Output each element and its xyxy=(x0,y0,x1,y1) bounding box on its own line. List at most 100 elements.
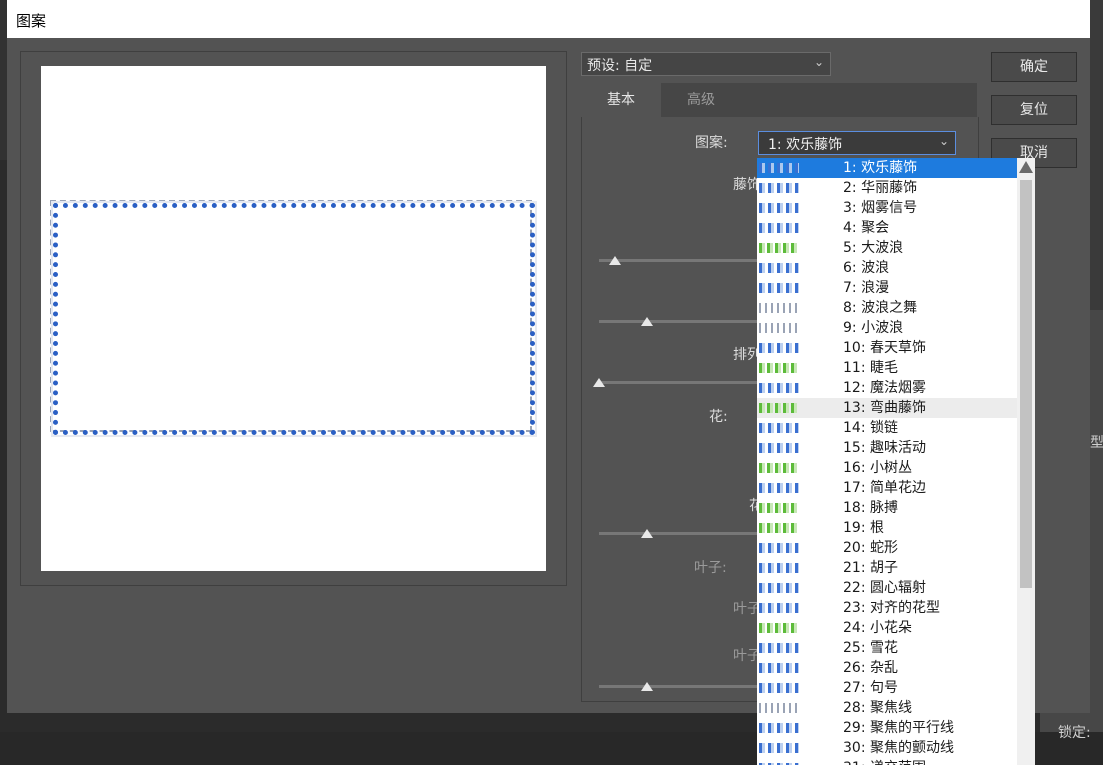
pattern-list-item-label: 31: 递交范围 xyxy=(843,758,926,765)
pattern-thumbnail xyxy=(759,443,799,453)
pattern-thumbnail xyxy=(759,323,799,333)
pattern-list-item-label: 2: 华丽藤饰 xyxy=(843,180,918,196)
vine-border xyxy=(53,203,535,435)
tab-basic[interactable]: 基本 xyxy=(581,83,661,117)
pattern-list-item[interactable]: 16: 小树丛 xyxy=(757,458,1017,478)
pattern-thumbnail xyxy=(759,743,799,753)
pattern-thumbnail xyxy=(759,363,799,373)
slider-track xyxy=(599,320,759,323)
pattern-list-item-label: 12: 魔法烟雾 xyxy=(843,380,926,396)
pattern-list-item[interactable]: 2: 华丽藤饰 xyxy=(757,178,1017,198)
pattern-label: 图案: xyxy=(695,135,728,151)
pattern-thumbnail xyxy=(759,163,799,173)
pattern-select-value: 1: 欢乐藤饰 xyxy=(768,137,843,153)
pattern-list-item[interactable]: 8: 波浪之舞 xyxy=(757,298,1017,318)
pattern-list-item[interactable]: 11: 睫毛 xyxy=(757,358,1017,378)
pattern-list-item[interactable]: 5: 大波浪 xyxy=(757,238,1017,258)
pattern-thumbnail xyxy=(759,463,799,473)
pattern-list-item-label: 15: 趣味活动 xyxy=(843,440,926,456)
slider-thumb[interactable] xyxy=(641,682,653,691)
pattern-list-item[interactable]: 21: 胡子 xyxy=(757,558,1017,578)
pattern-thumbnail xyxy=(759,563,799,573)
pattern-list-item[interactable]: 30: 聚焦的颤动线 xyxy=(757,738,1017,758)
pattern-list-item[interactable]: 4: 聚会 xyxy=(757,218,1017,238)
pattern-list-item-label: 23: 对齐的花型 xyxy=(843,600,940,616)
pattern-list-item[interactable]: 1: 欢乐藤饰 xyxy=(757,158,1017,178)
pattern-thumbnail xyxy=(759,283,799,293)
pattern-list-item-label: 26: 杂乱 xyxy=(843,660,898,676)
pattern-list-item[interactable]: 25: 雪花 xyxy=(757,638,1017,658)
chevron-down-icon: ⌄ xyxy=(813,55,824,69)
pattern-list-item-label: 9: 小波浪 xyxy=(843,320,904,336)
pattern-list-item[interactable]: 19: 根 xyxy=(757,518,1017,538)
leaf-label: 叶子: xyxy=(694,560,727,576)
pattern-thumbnail xyxy=(759,643,799,653)
pattern-thumbnail xyxy=(759,203,799,213)
pattern-list-item-label: 25: 雪花 xyxy=(843,640,898,656)
pattern-thumbnail xyxy=(759,403,799,413)
pattern-list-item[interactable]: 10: 春天草饰 xyxy=(757,338,1017,358)
pattern-list-item[interactable]: 12: 魔法烟雾 xyxy=(757,378,1017,398)
slider-thumb[interactable] xyxy=(641,317,653,326)
pattern-list-item[interactable]: 28: 聚焦线 xyxy=(757,698,1017,718)
pattern-dropdown-list[interactable]: 1: 欢乐藤饰 2: 华丽藤饰 3: 烟雾信号 4: 聚会 5: 大波浪 6: 波浪 7: … xyxy=(757,158,1035,765)
pattern-list-item[interactable]: 17: 简单花边 xyxy=(757,478,1017,498)
slider-track xyxy=(599,685,759,688)
scroll-up-icon[interactable] xyxy=(1019,161,1033,173)
pattern-thumbnail xyxy=(759,683,799,693)
pattern-list-item-label: 18: 脉搏 xyxy=(843,500,898,516)
slider-thumb[interactable] xyxy=(609,256,621,265)
pattern-list-item[interactable]: 27: 句号 xyxy=(757,678,1017,698)
preset-label: 预设: 自定 xyxy=(587,58,653,74)
pattern-list-item[interactable]: 29: 聚焦的平行线 xyxy=(757,718,1017,738)
pattern-thumbnail xyxy=(759,703,799,713)
pattern-list-item-label: 29: 聚焦的平行线 xyxy=(843,720,954,736)
pattern-thumbnail xyxy=(759,383,799,393)
pattern-list-item[interactable]: 6: 波浪 xyxy=(757,258,1017,278)
pattern-thumbnail xyxy=(759,523,799,533)
pattern-list: 1: 欢乐藤饰 2: 华丽藤饰 3: 烟雾信号 4: 聚会 5: 大波浪 6: 波浪 7: … xyxy=(757,158,1017,765)
pattern-list-item[interactable]: 9: 小波浪 xyxy=(757,318,1017,338)
pattern-list-item[interactable]: 3: 烟雾信号 xyxy=(757,198,1017,218)
pattern-list-item[interactable]: 15: 趣味活动 xyxy=(757,438,1017,458)
pattern-list-item[interactable]: 31: 递交范围 xyxy=(757,758,1017,765)
pattern-list-item[interactable]: 14: 锁链 xyxy=(757,418,1017,438)
pattern-thumbnail xyxy=(759,543,799,553)
ok-button[interactable]: 确定 xyxy=(991,52,1077,82)
scroll-thumb[interactable] xyxy=(1020,180,1032,588)
pattern-list-item-label: 3: 烟雾信号 xyxy=(843,200,918,216)
pattern-thumbnail xyxy=(759,243,799,253)
pattern-thumbnail xyxy=(759,223,799,233)
dialog-title: 图案 xyxy=(16,12,47,30)
reset-button[interactable]: 复位 xyxy=(991,95,1077,125)
pattern-thumbnail xyxy=(759,303,799,313)
pattern-list-item-label: 20: 蛇形 xyxy=(843,540,898,556)
pattern-list-item[interactable]: 13: 弯曲藤饰 xyxy=(757,398,1017,418)
scrollbar[interactable] xyxy=(1017,158,1035,765)
pattern-list-item[interactable]: 22: 圆心辐射 xyxy=(757,578,1017,598)
pattern-list-item-label: 5: 大波浪 xyxy=(843,240,904,256)
slider-thumb[interactable] xyxy=(641,529,653,538)
pattern-list-item-label: 6: 波浪 xyxy=(843,260,890,276)
pattern-list-item-label: 11: 睫毛 xyxy=(843,360,898,376)
pattern-thumbnail xyxy=(759,583,799,593)
pattern-thumbnail xyxy=(759,603,799,613)
pattern-list-item-label: 19: 根 xyxy=(843,520,884,536)
pattern-list-item-label: 27: 句号 xyxy=(843,680,898,696)
pattern-list-item[interactable]: 18: 脉搏 xyxy=(757,498,1017,518)
pattern-list-item[interactable]: 23: 对齐的花型 xyxy=(757,598,1017,618)
slider-thumb[interactable] xyxy=(593,378,605,387)
tab-advanced[interactable]: 高级 xyxy=(661,83,741,117)
pattern-list-item-label: 17: 简单花边 xyxy=(843,480,926,496)
pattern-select[interactable]: 1: 欢乐藤饰 ⌄ xyxy=(758,131,956,155)
pattern-list-item[interactable]: 20: 蛇形 xyxy=(757,538,1017,558)
pattern-list-item[interactable]: 26: 杂乱 xyxy=(757,658,1017,678)
side-glyph: 型 xyxy=(1090,435,1103,451)
slider-track xyxy=(599,381,759,384)
pattern-list-item-label: 7: 浪漫 xyxy=(843,280,890,296)
pattern-list-item-label: 28: 聚焦线 xyxy=(843,700,912,716)
pattern-list-item[interactable]: 24: 小花朵 xyxy=(757,618,1017,638)
preset-dropdown[interactable]: 预设: 自定 ⌄ xyxy=(581,52,831,76)
pattern-list-item-label: 22: 圆心辐射 xyxy=(843,580,926,596)
pattern-list-item[interactable]: 7: 浪漫 xyxy=(757,278,1017,298)
